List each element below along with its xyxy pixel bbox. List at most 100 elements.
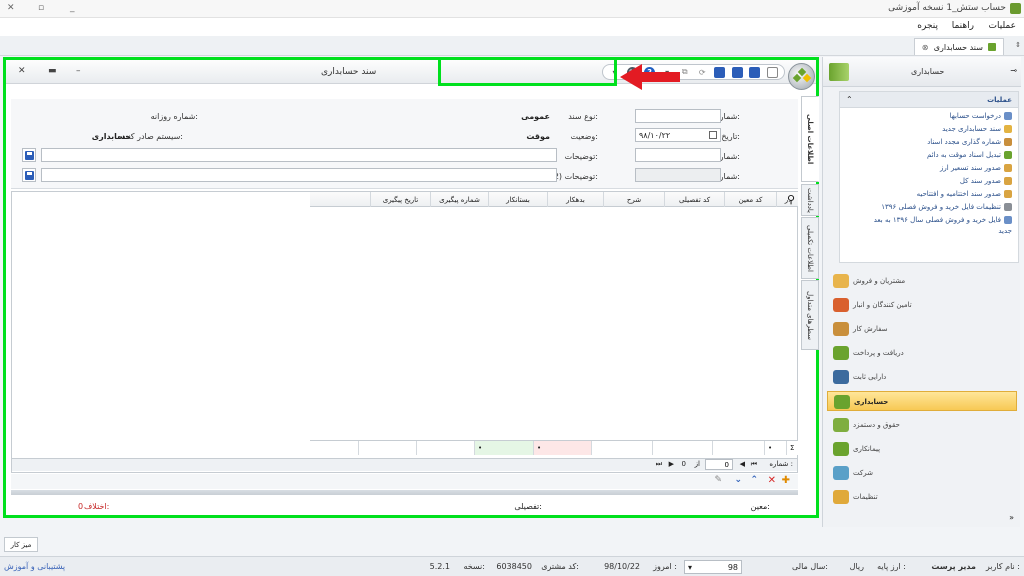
op-seasonal-file-new[interactable]: جدید [998, 227, 1012, 235]
module-suppliers-inventory[interactable]: تامین کنندگان و انبار [827, 295, 1017, 315]
divider [11, 490, 798, 495]
calendar-icon[interactable] [709, 131, 717, 139]
module-settings[interactable]: تنظیمات [827, 487, 1017, 507]
summary-tracking-date [358, 441, 416, 455]
pager-prev-icon[interactable]: ◀ [740, 460, 745, 468]
refresh-icon[interactable]: ⟳ [697, 67, 708, 78]
panel-header: حسابداری ⊸ [823, 57, 1021, 87]
desk-button[interactable]: میز کار [4, 537, 38, 552]
document-tab-bar: ⊗ سند حسابداری ⇕ [0, 36, 1024, 56]
delete-row-icon[interactable]: ✕ [768, 475, 776, 486]
save-icon[interactable] [714, 66, 726, 78]
col-tracking-date[interactable]: تاریخ پیگیری [370, 192, 430, 207]
minimize-icon[interactable]: _ [70, 3, 75, 13]
operations-header[interactable]: عملیات ⌃ [840, 92, 1018, 108]
move-down-icon[interactable]: ⌄ [734, 475, 742, 485]
customers-icon [833, 274, 849, 288]
col-moein-code[interactable]: کد معین [724, 192, 776, 207]
chevron-down-icon: ▾ [688, 562, 693, 572]
description2-save-button[interactable] [22, 168, 36, 182]
op-convert-temp[interactable]: تبدیل اسناد موقت به دائم [927, 151, 1012, 159]
save-close-icon[interactable] [749, 66, 761, 78]
module-receive-pay[interactable]: دریافت و پرداخت [827, 343, 1017, 363]
add-row-icon[interactable]: ✚ [782, 475, 790, 486]
tab-common-rows[interactable]: سطرهای متداول [801, 280, 819, 350]
date-input[interactable]: ۹۸/۱۰/۲۲ [635, 128, 721, 142]
op-request-accounts[interactable]: درخواست حسابها [950, 112, 1012, 120]
currency-label: ارز پایه : [877, 562, 906, 571]
op-currency-doc[interactable]: صدور سند تسعیر ارز [940, 164, 1012, 172]
summary-tafsili [652, 441, 712, 455]
col-tafsili-code[interactable]: کد تفصیلی [664, 192, 724, 207]
menu-help[interactable]: راهنما [952, 21, 974, 31]
ref-number-input[interactable] [635, 168, 721, 182]
op-closing-doc[interactable]: صدور سند اختتامیه و افتتاحیه [917, 190, 1012, 198]
module-work-orders[interactable]: سفارش کار [827, 319, 1017, 339]
tab-accounting-document[interactable]: ⊗ سند حسابداری [914, 38, 1004, 55]
daily-number-label: شماره روزانه: [150, 112, 198, 121]
panel-expand-icon[interactable]: » [1009, 513, 1014, 522]
summary-tracking-number [416, 441, 474, 455]
op-seasonal-file[interactable]: فایل خرید و فروش فصلی سال ۱۳۹۶ به بعد [874, 216, 1012, 224]
pager-first-icon[interactable]: ⏮ [751, 460, 757, 469]
col-credit[interactable]: بستانکار [488, 192, 547, 207]
pager-page-input[interactable] [705, 459, 733, 470]
tab-main-info[interactable]: اطلاعات اصلی [801, 96, 819, 182]
module-payroll[interactable]: حقوق و دستمزد [827, 415, 1017, 435]
difference-label: اختلاف: [84, 502, 110, 511]
menu-operations[interactable]: عملیات [989, 21, 1016, 31]
module-accounting[interactable]: حسابداری [827, 391, 1017, 411]
module-customers-sales[interactable]: مشتریان و فروش [827, 271, 1017, 291]
pager-last-icon[interactable]: ⏭ [656, 460, 662, 469]
chevron-updown-icon[interactable]: ⇕ [1015, 41, 1021, 49]
edit-row-icon[interactable]: ✎ [714, 475, 722, 485]
module-fixed-assets[interactable]: دارایی ثابت [827, 367, 1017, 387]
op-renumber[interactable]: شماره گذاری مجدد اسناد [927, 138, 1012, 146]
window-restore-icon[interactable]: ▬ [48, 66, 57, 76]
window-title-bar: ✕ ▬ – سند حسابداری ▾ ✎ ? ▾ ⧉ ⟳ [6, 60, 816, 90]
module-company[interactable]: شرکت [827, 463, 1017, 483]
window-close-icon[interactable]: ✕ [18, 66, 26, 76]
doc-number-input[interactable] [635, 109, 721, 123]
pager-next-icon[interactable]: ▶ [669, 460, 674, 468]
search-icon[interactable]: ⚲ [787, 193, 795, 206]
move-up-icon[interactable]: ⌃ [750, 475, 758, 485]
collapse-icon[interactable]: ⌃ [846, 95, 853, 104]
col-tracking-number[interactable]: شماره پیگیری [430, 192, 488, 207]
pager-row-label: : شماره [769, 460, 793, 468]
new-document-icon[interactable] [766, 66, 778, 78]
moein-label: معین: [750, 502, 770, 511]
menu-window[interactable]: پنجره [917, 21, 938, 31]
fiscal-year-select[interactable]: ▾ 98 [684, 560, 742, 574]
accounting-icon [834, 395, 850, 409]
tab-close-icon[interactable]: ⊗ [922, 43, 929, 52]
pager-of-label: از [694, 460, 700, 468]
col-description[interactable]: شرح [603, 192, 664, 207]
save-new-icon[interactable] [731, 66, 743, 78]
support-link[interactable]: پشتیبانی و آموزش [4, 562, 65, 571]
op-seasonal-settings[interactable]: تنظیمات فایل خرید و فروش فصلی ۱۳۹۶ [881, 203, 1012, 211]
close-icon[interactable]: ✕ [7, 3, 15, 13]
description-input[interactable] [41, 148, 557, 162]
description-save-button[interactable] [22, 148, 36, 162]
currency-value: ریال [849, 562, 864, 571]
sigma-icon: Σ [786, 441, 798, 455]
document-window: ✕ ▬ – سند حسابداری ▾ ✎ ? ▾ ⧉ ⟳ * شماره س… [3, 57, 819, 518]
copy-icon[interactable]: ⧉ [679, 67, 690, 78]
op-total-doc[interactable]: صدور سند کل [960, 177, 1012, 185]
tab-extra-info[interactable]: اطلاعات تکمیلی [801, 217, 819, 279]
doc-type-value: عمومی [521, 112, 550, 121]
col-debit[interactable]: بدهکار [547, 192, 603, 207]
save-icon [24, 170, 34, 180]
op-new-document[interactable]: سند حسابداری جدید [942, 125, 1012, 133]
module-contracting[interactable]: پیمانکاری [827, 439, 1017, 459]
user-label: نام کاربر : [985, 562, 1020, 571]
pin-icon[interactable]: ⊸ [1010, 66, 1017, 75]
today-label: امروز : [653, 562, 677, 571]
maximize-icon[interactable]: ▫ [38, 3, 44, 13]
op-icon [1004, 190, 1012, 198]
tab-notes[interactable]: یادداشت [801, 184, 819, 216]
window-minimize-icon[interactable]: – [76, 66, 81, 76]
sub-number-input[interactable] [635, 148, 721, 162]
description2-input[interactable] [41, 168, 557, 182]
